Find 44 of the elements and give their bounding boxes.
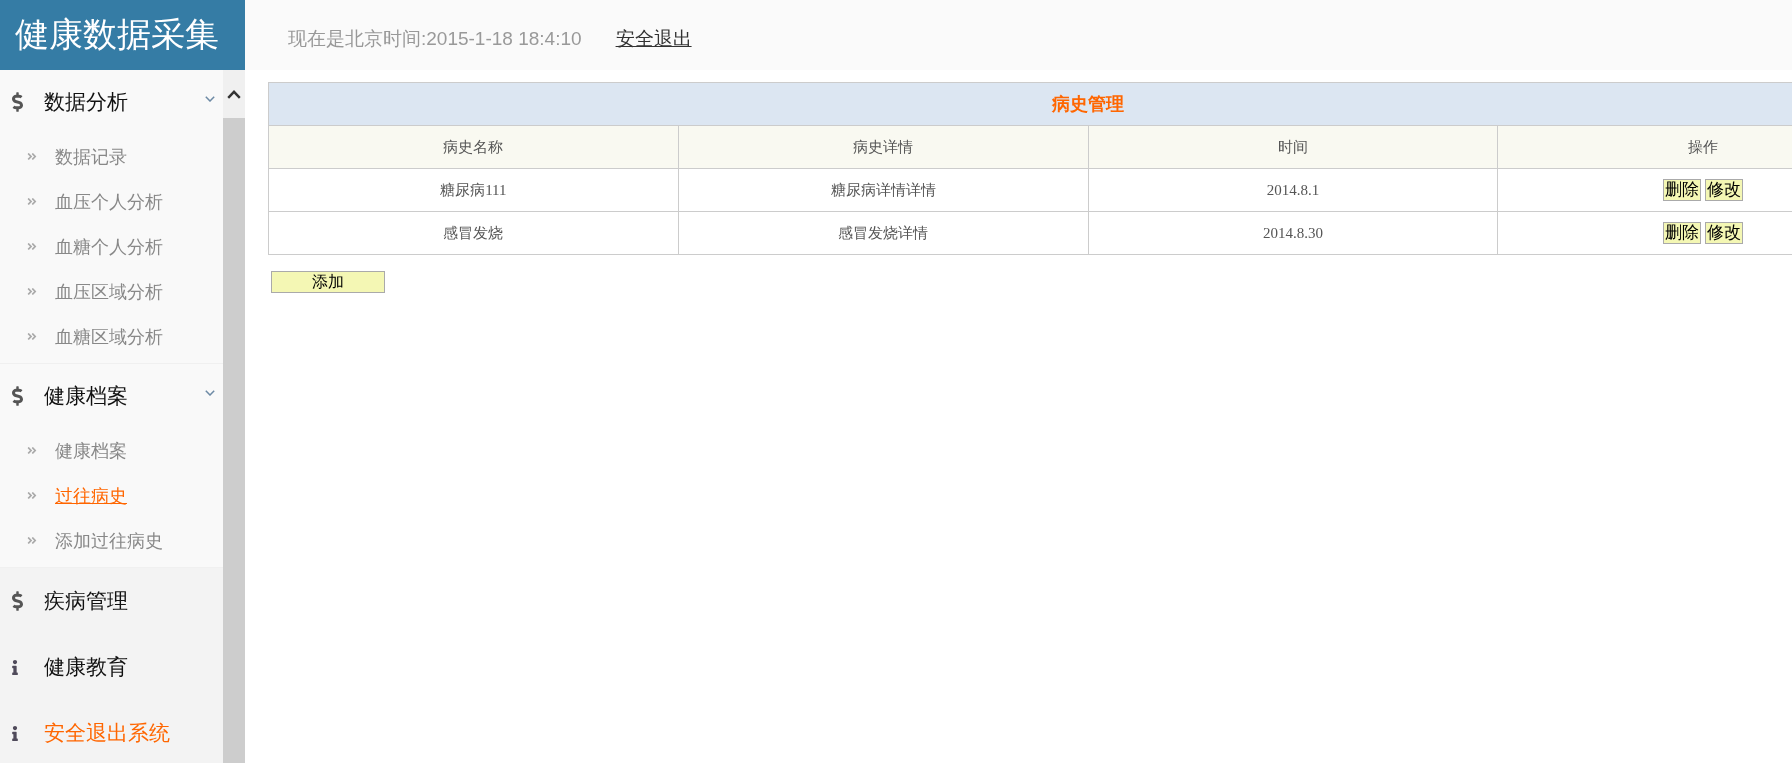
double-chevron-icon (27, 151, 37, 162)
chevron-down-icon (205, 390, 215, 396)
table-cell: 糖尿病详情详情 (678, 168, 1088, 212)
column-header: 时间 (1088, 125, 1498, 169)
clock-text: 现在是北京时间:2015-1-18 18:4:10 (288, 27, 582, 51)
double-chevron-icon (27, 535, 37, 546)
menu-group-button[interactable]: 数据分析 (0, 70, 223, 134)
info-icon (12, 725, 18, 741)
chevron-up-icon (227, 89, 241, 99)
double-chevron-icon (27, 286, 37, 297)
info-icon (12, 659, 18, 675)
double-chevron-icon (27, 196, 37, 207)
table-cell: 感冒发烧详情 (678, 211, 1088, 255)
table-cell: 糖尿病111 (268, 168, 679, 212)
menu-item[interactable]: 健康档案 (0, 428, 223, 473)
dollar-icon (12, 591, 23, 611)
column-header: 病史名称 (268, 125, 679, 169)
action-button[interactable]: 删除 (1662, 179, 1701, 201)
menu-item[interactable]: 添加过往病史 (0, 518, 223, 563)
menu-group-button[interactable]: 健康档案 (0, 364, 223, 428)
table-cell: 2014.8.1 (1088, 168, 1498, 212)
double-chevron-icon (27, 331, 37, 342)
action-button[interactable]: 修改 (1704, 179, 1743, 201)
action-button[interactable]: 删除 (1662, 222, 1701, 244)
add-button[interactable]: 添加 (271, 271, 385, 293)
double-chevron-icon (27, 490, 37, 501)
column-header: 病史详情 (678, 125, 1088, 169)
logout-link[interactable]: 安全退出 (615, 26, 692, 52)
double-chevron-icon (27, 445, 37, 456)
menu-group-button[interactable]: 健康教育 (0, 634, 223, 700)
table-cell: 感冒发烧 (268, 211, 679, 255)
menu-group-button[interactable]: 疾病管理 (0, 568, 223, 634)
double-chevron-icon (27, 241, 37, 252)
scroll-up-button[interactable] (223, 70, 245, 118)
table-title: 病史管理 (268, 82, 1792, 126)
action-button[interactable]: 修改 (1704, 222, 1743, 244)
app-title: 健康数据采集 (0, 0, 245, 70)
dollar-icon (12, 92, 23, 112)
dollar-icon (12, 386, 23, 406)
scrollbar[interactable] (223, 70, 245, 763)
chevron-down-icon (205, 96, 215, 102)
menu-item[interactable]: 数据记录 (0, 134, 223, 179)
table-cell: 2014.8.30 (1088, 211, 1498, 255)
column-header: 操作 (1497, 125, 1792, 169)
